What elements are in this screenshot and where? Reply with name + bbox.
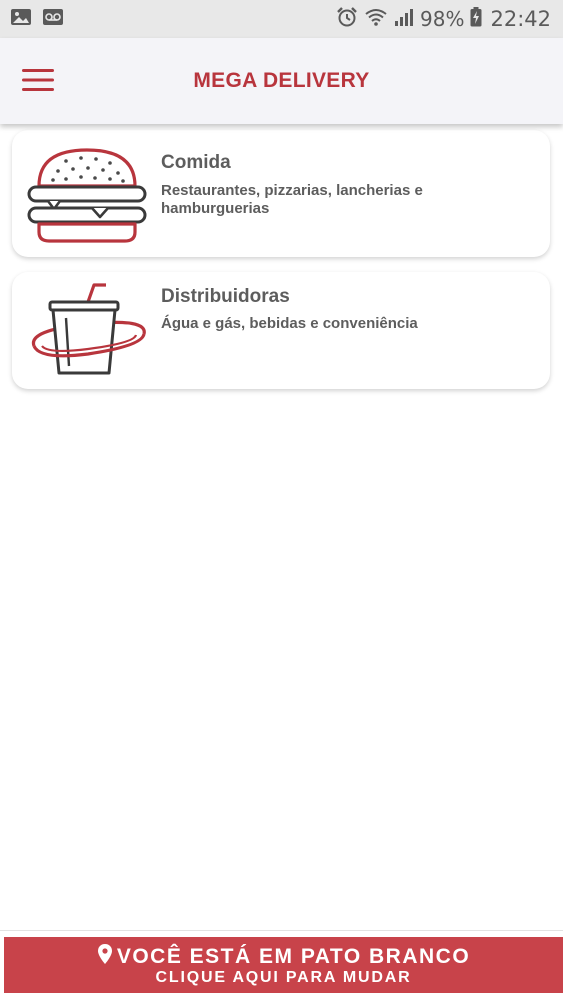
category-description: Restaurantes, pizzarias, lancherias e ha… xyxy=(161,182,423,217)
hamburger-menu-icon xyxy=(22,68,54,97)
change-location-button[interactable]: VOCÊ ESTÁ EM PATO BRANCO CLIQUE AQUI PAR… xyxy=(4,937,563,993)
category-title: Distribuidoras xyxy=(161,286,290,307)
battery-charging-icon xyxy=(470,6,482,32)
map-pin-icon xyxy=(97,943,113,970)
wifi-icon xyxy=(364,7,388,32)
category-card-distribuidoras[interactable]: Distribuidoras Água e gás, bebidas e con… xyxy=(12,272,550,389)
soda-cup-icon xyxy=(26,280,150,385)
status-bar: 98% 22:42 xyxy=(0,0,563,38)
app-title: MEGA DELIVERY xyxy=(193,69,370,92)
clock: 22:42 xyxy=(490,7,551,31)
image-icon xyxy=(10,8,32,31)
signal-icon xyxy=(394,7,414,32)
category-description: Água e gás, bebidas e conveniência xyxy=(161,315,418,332)
burger-icon xyxy=(26,146,148,249)
status-notifications xyxy=(10,8,64,31)
status-indicators: 98% 22:42 xyxy=(336,0,551,38)
category-card-comida[interactable]: Comida Restaurantes, pizzarias, lancheri… xyxy=(12,130,550,257)
location-line: VOCÊ ESTÁ EM PATO BRANCO xyxy=(4,943,563,970)
app-bar: MEGA DELIVERY xyxy=(0,38,563,124)
voicemail-icon xyxy=(42,8,64,31)
menu-button[interactable] xyxy=(18,62,58,102)
battery-percentage: 98% xyxy=(420,7,465,31)
current-location-text: VOCÊ ESTÁ EM PATO BRANCO xyxy=(116,944,471,968)
change-location-hint: CLIQUE AQUI PARA MUDAR xyxy=(155,969,412,986)
category-title: Comida xyxy=(161,152,231,173)
alarm-icon xyxy=(336,6,358,33)
footer-divider xyxy=(0,930,563,931)
